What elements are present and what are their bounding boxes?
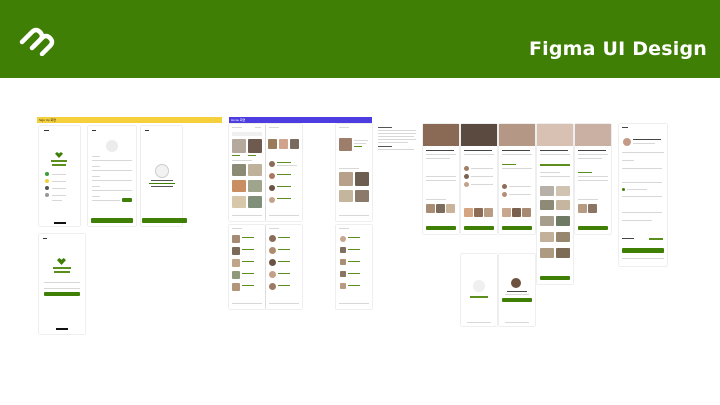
screen-signup-intro — [39, 126, 80, 226]
screen-home-3 — [336, 124, 372, 221]
match-confirm-button[interactable] — [502, 298, 532, 302]
screen-signup-form — [88, 126, 136, 226]
section-bar-signup: Sign Up 화면 — [37, 117, 222, 123]
heart-logo-icon-2 — [57, 258, 66, 265]
detail-apply-button-4[interactable] — [540, 276, 570, 280]
profile-avatar — [623, 138, 631, 146]
profile-avatar-icon — [106, 140, 118, 152]
screen-detail-3 — [499, 124, 535, 234]
screen-home-1 — [229, 124, 265, 221]
check-icon — [155, 164, 169, 178]
screen-empty-state — [461, 254, 497, 326]
detail-apply-button-2[interactable] — [464, 226, 494, 230]
heart-logo-icon — [55, 152, 63, 158]
detail-apply-button-5[interactable] — [578, 226, 608, 230]
slide-title: Figma UI Design — [528, 38, 707, 60]
screen-home-2 — [266, 124, 302, 221]
detail-apply-button-3[interactable] — [502, 226, 532, 230]
screen-home-5 — [266, 225, 302, 309]
screen-detail-1 — [423, 124, 459, 234]
screen-detail-5 — [575, 124, 611, 234]
screen-detail-2 — [461, 124, 497, 234]
section-label-signup: Sign Up 화면 — [39, 118, 57, 122]
start-button[interactable] — [142, 218, 187, 223]
screen-signup-complete — [141, 126, 182, 226]
login-button[interactable] — [44, 292, 80, 296]
detail-apply-button-1[interactable] — [426, 226, 456, 230]
brand-logo-icon — [19, 27, 55, 56]
screen-login — [39, 234, 85, 334]
profile-save-button[interactable] — [622, 248, 664, 253]
screen-detail-4 — [537, 124, 573, 284]
screen-match-complete — [499, 254, 535, 326]
slide-header: Figma UI Design — [0, 0, 720, 78]
section-bar-home: Home 화면 — [229, 117, 372, 123]
description-text-block — [378, 127, 418, 153]
screen-home-6 — [336, 225, 372, 309]
signup-next-button[interactable] — [91, 218, 133, 223]
section-label-home: Home 화면 — [231, 118, 246, 122]
screen-profile — [619, 124, 667, 266]
screen-home-4 — [229, 225, 265, 309]
